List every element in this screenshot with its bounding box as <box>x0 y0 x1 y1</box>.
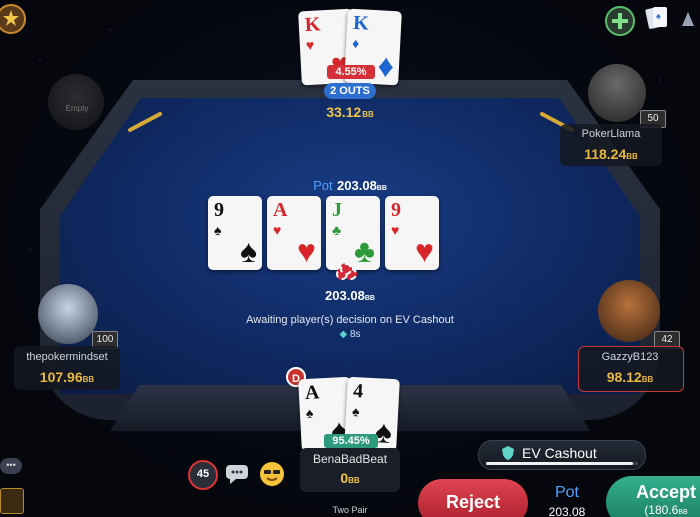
hero-stack: 0BB <box>340 470 360 486</box>
board-card-4: 9 ♥ ♥ <box>385 196 439 270</box>
gazzy-avatar <box>598 280 660 342</box>
cashout-status-text: Awaiting player(s) decision on EV Cashou… <box>246 314 454 326</box>
center-pot: 203.08BB <box>325 288 375 303</box>
ev-cashout-label: EV Cashout <box>522 445 597 461</box>
accept-value: (180.6BB <box>644 503 688 517</box>
hero-equity-badge: 95.45% <box>324 434 378 448</box>
timebank-value: 45 <box>196 468 210 480</box>
hero-name: BenaBadBeat <box>312 452 388 466</box>
jackpot-icon[interactable] <box>0 488 24 514</box>
pokerllama-name: PokerLlama <box>581 128 641 140</box>
svg-text:♠: ♠ <box>656 11 661 21</box>
empty-seat-avatar[interactable] <box>48 74 104 130</box>
side-menu-tab[interactable]: ••• <box>0 458 22 474</box>
timebank-icon[interactable]: 45 <box>188 460 218 490</box>
hand-description: Two Pair <box>332 505 368 515</box>
empty-seat-label: Empty <box>65 104 89 113</box>
pokerllama-avatar <box>588 64 646 122</box>
pot-display: Pot 203.08BB <box>313 178 387 193</box>
action-pot-label: Pot <box>554 484 579 501</box>
board-card-3: J ♣ ♣ <box>326 196 380 270</box>
gazzy-stack: 98.12BB <box>606 369 654 385</box>
ev-cashout-progress-fill <box>486 462 634 465</box>
thepokermindset-avatar <box>38 284 98 344</box>
gazzy-name: GazzyB123 <box>601 351 659 363</box>
thepokermindset-stack: 107.96BB <box>39 369 95 385</box>
board-card-1: 9 ♠ ♠ <box>208 196 262 270</box>
profile-icon[interactable] <box>0 4 26 34</box>
top-player-stack: 33.12BB <box>326 104 374 120</box>
cards-menu-icon[interactable]: ♠ <box>643 4 673 32</box>
thepokermindset-name: thepokermindset <box>26 351 108 363</box>
reject-button[interactable]: Reject <box>418 479 528 517</box>
add-chips-icon[interactable] <box>605 6 635 36</box>
accept-label: Accept <box>635 482 697 502</box>
ev-shield-icon <box>500 445 516 461</box>
board-card-2: A ♥ ♥ <box>267 196 321 270</box>
shield-icon: ◆ <box>339 329 348 340</box>
emoji-icon[interactable] <box>258 460 286 488</box>
pot-chips-icon <box>336 263 362 282</box>
outs-badge: 2 OUTS <box>324 83 376 99</box>
pokerllama-stack: 118.24BB <box>584 146 638 162</box>
settings-icon[interactable] <box>678 8 698 30</box>
ev-cashout-progress <box>486 462 638 465</box>
decision-timer: ◆ 8s <box>339 329 361 340</box>
chat-icon[interactable] <box>224 462 252 486</box>
action-pot-value: 203.08 <box>548 505 586 517</box>
accept-button[interactable]: Accept (180.6BB <box>606 476 700 517</box>
top-equity-badge: 4.55% <box>327 65 375 79</box>
poker-table-screen: ♠ K ♥ ♥ K ♦ ♦ 4.55% 2 OUTS 33.12BB Empty… <box>0 0 700 517</box>
